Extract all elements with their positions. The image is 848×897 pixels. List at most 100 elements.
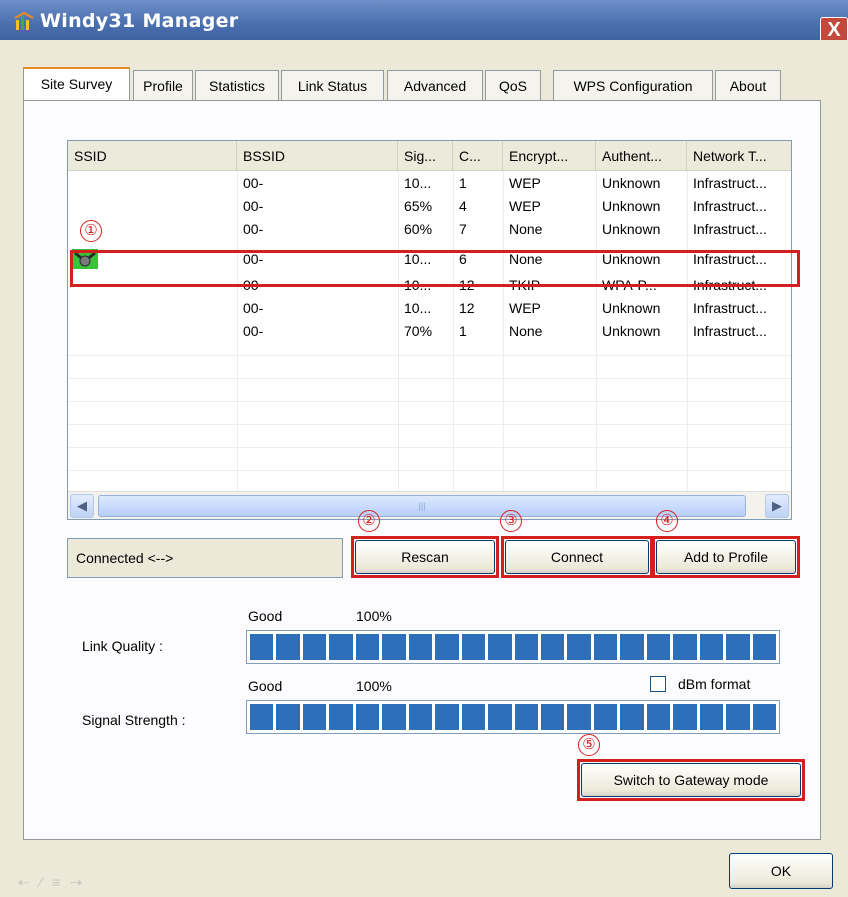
link-quality-segment xyxy=(673,634,697,660)
tab-qos[interactable]: QoS xyxy=(485,70,541,100)
bssid-cell: 00- xyxy=(243,198,264,214)
scroll-right-icon[interactable]: ▶ xyxy=(765,494,789,518)
network-type-cell: Infrastruct... xyxy=(693,251,767,267)
ssid-cell xyxy=(68,195,237,218)
channel-cell: 6 xyxy=(459,251,467,267)
edit-icon: ∕ xyxy=(39,874,53,890)
scroll-left-icon[interactable]: ◀ xyxy=(70,494,94,518)
link-quality-meter xyxy=(246,630,780,664)
link-quality-segment xyxy=(329,634,353,660)
ok-button[interactable]: OK xyxy=(729,853,833,889)
column-encryption[interactable]: Encrypt... xyxy=(503,141,596,171)
list-icon: ≡ xyxy=(52,874,71,890)
link-quality-segment xyxy=(408,634,433,660)
column-channel[interactable]: C... xyxy=(453,141,503,171)
add-to-profile-button[interactable]: Add to Profile xyxy=(656,540,796,574)
tab-advanced[interactable]: Advanced xyxy=(387,70,483,100)
window-title: Windy31 Manager xyxy=(40,10,239,32)
signal-cell: 65% xyxy=(404,198,433,214)
ssid-cell xyxy=(68,274,237,297)
link-quality-segment xyxy=(382,634,406,660)
table-row[interactable]: 00- 70% 1 None Unknown Infrastruct... xyxy=(68,320,791,343)
signal-strength-segment xyxy=(276,704,300,730)
tab-wps-configuration[interactable]: WPS Configuration xyxy=(553,70,713,100)
dbm-format-label: dBm format xyxy=(678,676,751,692)
tab-site-survey[interactable]: Site Survey xyxy=(23,67,130,101)
connected-network-icon xyxy=(72,249,98,269)
link-quality-segment xyxy=(540,634,565,660)
channel-cell: 12 xyxy=(459,300,475,316)
table-row[interactable]: 00- 65% 4 WEP Unknown Infrastruct... xyxy=(68,195,791,218)
signal-strength-segment xyxy=(673,704,697,730)
tab-about[interactable]: About xyxy=(715,70,781,100)
annotation-marker-5: ⑤ xyxy=(578,734,600,756)
network-type-cell: Infrastruct... xyxy=(693,300,767,316)
column-ssid[interactable]: SSID xyxy=(68,141,237,171)
link-quality-segment xyxy=(620,634,644,660)
signal-strength-segment xyxy=(752,704,777,730)
annotation-marker-3: ③ xyxy=(500,510,522,532)
signal-cell: 10... xyxy=(404,277,432,293)
signal-strength-percent: 100% xyxy=(356,678,392,694)
link-quality-percent: 100% xyxy=(356,608,392,624)
link-quality-segment xyxy=(276,634,300,660)
signal-strength-segment xyxy=(699,704,724,730)
table-row-connected[interactable]: 00- 10... 6 None Unknown Infrastruct... xyxy=(68,248,791,271)
signal-strength-segment xyxy=(435,704,459,730)
channel-cell: 1 xyxy=(459,323,467,339)
connection-status: Connected <--> xyxy=(67,538,343,578)
link-quality-segment xyxy=(250,634,274,660)
table-row[interactable]: 00- 60% 7 None Unknown Infrastruct... xyxy=(68,218,791,241)
signal-strength-segment xyxy=(726,704,750,730)
horizontal-scrollbar[interactable]: ◀ ||| ▶ xyxy=(68,491,791,519)
column-authentication[interactable]: Authent... xyxy=(596,141,687,171)
dbm-format-checkbox[interactable] xyxy=(650,676,666,692)
signal-strength-segment xyxy=(620,704,644,730)
table-row[interactable]: 00- 10... 12 WEP Unknown Infrastruct... xyxy=(68,297,791,320)
signal-strength-rating: Good xyxy=(248,678,283,694)
annotation-marker-4: ④ xyxy=(656,510,678,532)
forward-icon: ⇢ xyxy=(70,874,92,890)
network-type-cell: Infrastruct... xyxy=(693,323,767,339)
annotation-marker-1: ① xyxy=(80,220,102,242)
column-bssid[interactable]: BSSID xyxy=(237,141,398,171)
encryption-cell: None xyxy=(509,251,543,267)
auth-cell: Unknown xyxy=(602,198,661,214)
link-quality-segment xyxy=(302,634,327,660)
table-row[interactable]: 00- 10... 1 WEP Unknown Infrastruct... xyxy=(68,172,791,195)
tab-link-status[interactable]: Link Status xyxy=(281,70,384,100)
ssid-cell xyxy=(68,248,237,271)
network-list[interactable]: SSID BSSID Sig... C... Encrypt... Authen… xyxy=(67,140,792,520)
encryption-cell: None xyxy=(509,221,543,237)
auth-cell: Unknown xyxy=(602,221,661,237)
connect-button[interactable]: Connect xyxy=(505,540,649,574)
channel-cell: 7 xyxy=(459,221,467,237)
channel-cell: 4 xyxy=(459,198,467,214)
link-quality-segment xyxy=(752,634,777,660)
signal-strength-segment xyxy=(540,704,565,730)
signal-strength-label: Signal Strength : xyxy=(82,712,186,728)
scroll-thumb[interactable]: ||| xyxy=(98,495,746,517)
link-quality-segment xyxy=(726,634,750,660)
link-quality-segment xyxy=(699,634,724,660)
encryption-cell: None xyxy=(509,323,543,339)
link-quality-segment xyxy=(646,634,671,660)
auth-cell: Unknown xyxy=(602,323,661,339)
signal-strength-segment xyxy=(382,704,406,730)
column-network-type[interactable]: Network T... xyxy=(687,141,791,171)
bssid-cell: 00- xyxy=(243,251,264,267)
signal-strength-segment xyxy=(593,704,618,730)
signal-strength-segment xyxy=(461,704,486,730)
signal-strength-segment xyxy=(567,704,591,730)
tab-profile[interactable]: Profile xyxy=(133,70,193,100)
table-row[interactable]: 00- 10... 12 TKIP WPA-P... Infrastruct..… xyxy=(68,274,791,297)
ssid-cell xyxy=(68,297,237,320)
column-signal[interactable]: Sig... xyxy=(398,141,453,171)
link-quality-segment xyxy=(488,634,512,660)
tab-statistics[interactable]: Statistics xyxy=(195,70,279,100)
rescan-button[interactable]: Rescan xyxy=(355,540,495,574)
switch-to-gateway-button[interactable]: Switch to Gateway mode xyxy=(581,763,801,797)
link-quality-segment xyxy=(593,634,618,660)
link-quality-segment xyxy=(355,634,380,660)
network-type-cell: Infrastruct... xyxy=(693,221,767,237)
